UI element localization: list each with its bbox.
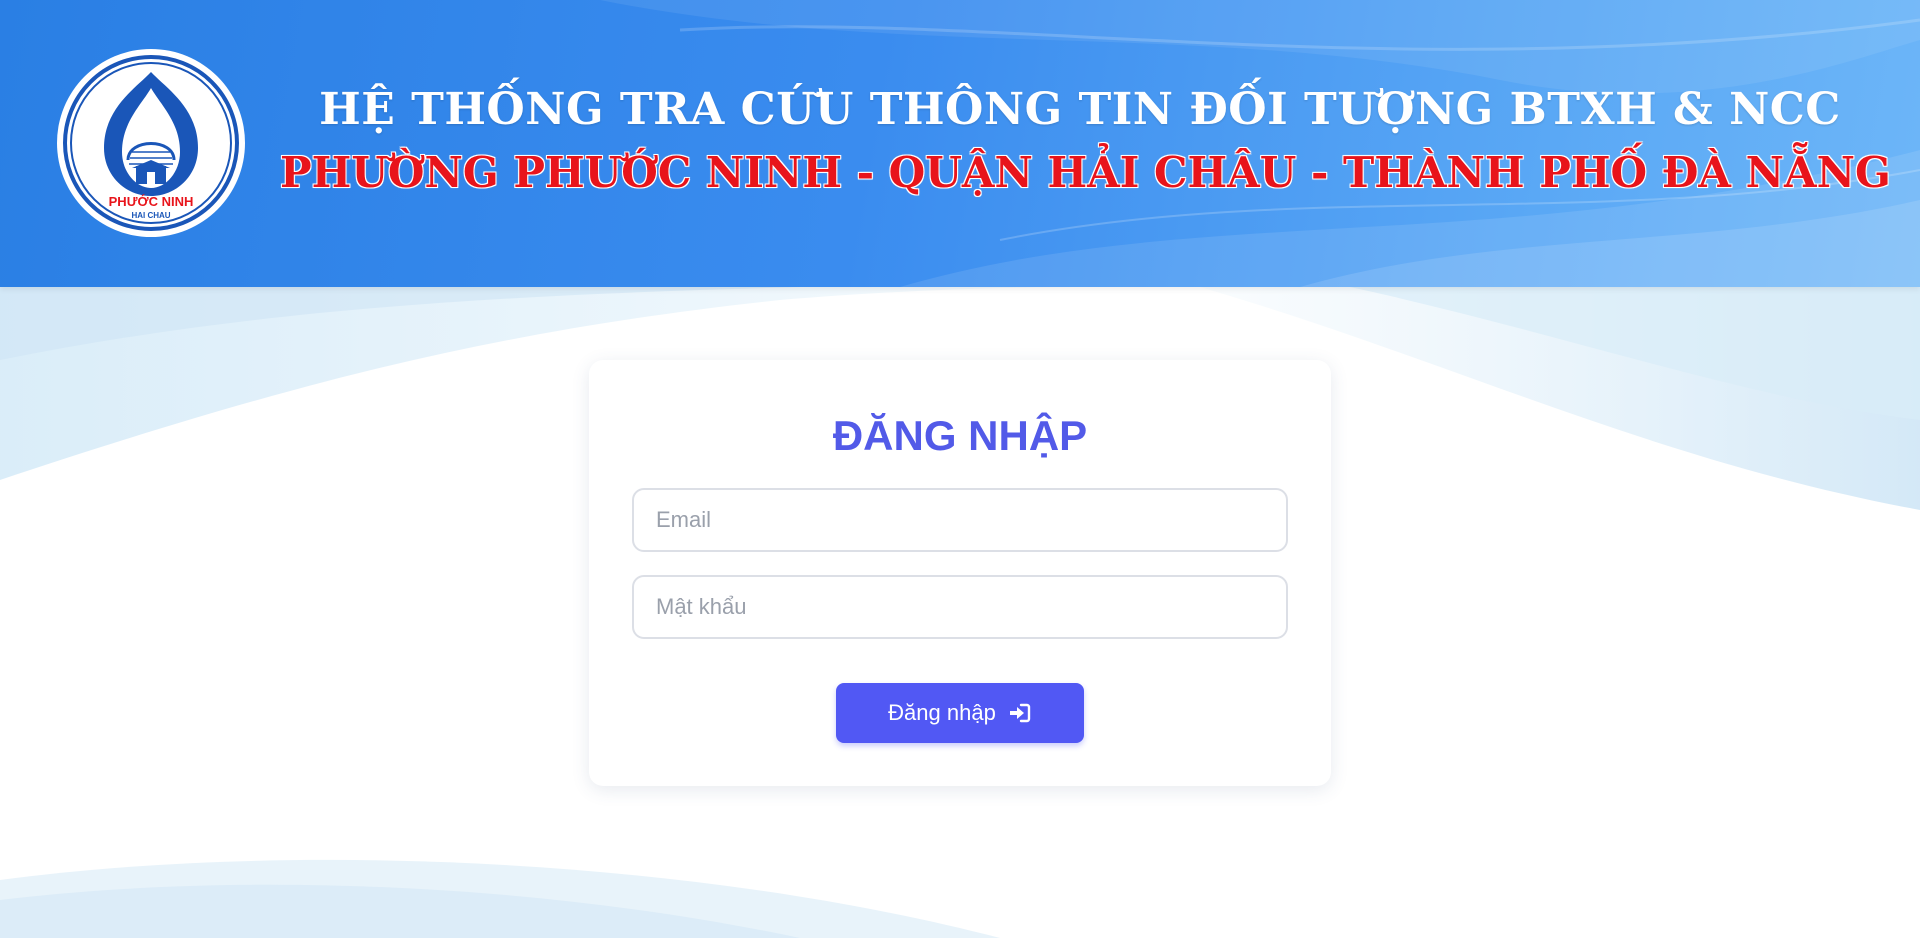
login-button-label: Đăng nhập bbox=[888, 700, 996, 725]
sign-in-icon bbox=[1009, 703, 1031, 723]
password-input[interactable] bbox=[632, 575, 1288, 639]
login-heading: ĐĂNG NHẬP bbox=[832, 412, 1088, 459]
header-banner: PHƯỚC NINH HAI CHAU HỆ THỐNG TRA CỨU THÔ… bbox=[0, 0, 1920, 287]
login-card: ĐĂNG NHẬP Đăng nhập bbox=[589, 360, 1331, 786]
phuoc-ninh-logo: PHƯỚC NINH HAI CHAU bbox=[57, 49, 245, 237]
location-subtitle: PHƯỜNG PHƯỚC NINH - QUẬN HẢI CHÂU - THÀN… bbox=[280, 148, 1891, 197]
system-title: HỆ THỐNG TRA CỨU THÔNG TIN ĐỐI TƯỢNG BTX… bbox=[319, 84, 1841, 135]
logo-text-main: PHƯỚC NINH bbox=[109, 194, 194, 209]
logo-text-sub: HAI CHAU bbox=[131, 211, 170, 220]
login-button[interactable]: Đăng nhập bbox=[836, 683, 1084, 743]
email-input[interactable] bbox=[632, 488, 1288, 552]
header-waves bbox=[600, 0, 1920, 287]
